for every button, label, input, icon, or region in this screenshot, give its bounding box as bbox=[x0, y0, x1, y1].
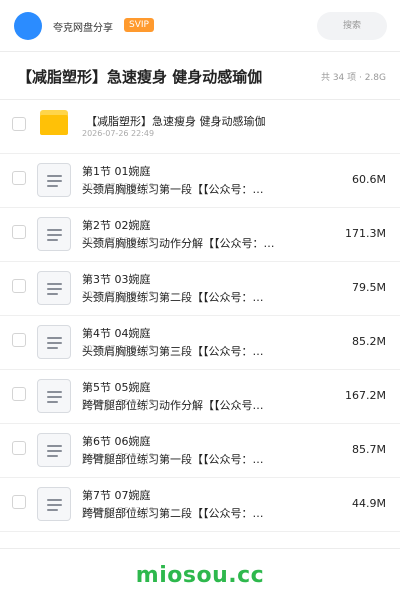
item-name: 第7节 07婉庭 bbox=[82, 489, 151, 502]
list-item-folder[interactable]: 【减脂塑形】急速瘦身 健身动感瑜伽 2026-07-26 22:49 bbox=[0, 100, 400, 154]
folder-header: 【减脂塑形】急速瘦身 健身动感瑜伽 共 34 项 · 2.8G bbox=[0, 53, 400, 100]
folder-icon bbox=[40, 110, 68, 135]
brand-watermark: miosou.cc bbox=[135, 563, 265, 588]
item-size: 171.3M bbox=[345, 227, 386, 240]
item-description: 头颈肩胸腹练习动作分解【【公众号：… bbox=[82, 237, 275, 250]
list-item[interactable]: 第4节 04婉庭 2026-07-26 22:49 头颈肩胸腹练习第三段【【公众… bbox=[0, 316, 400, 370]
item-name: 第6节 06婉庭 bbox=[82, 435, 151, 448]
item-description: 头颈肩胸腹练习第一段【【公众号：… bbox=[82, 183, 264, 196]
item-size: 60.6M bbox=[352, 173, 386, 186]
list-item[interactable]: 第2节 02婉庭 2026-07-26 22:49 头颈肩胸腹练习动作分解【【公… bbox=[0, 208, 400, 262]
item-name: 【减脂塑形】急速瘦身 健身动感瑜伽 bbox=[86, 115, 266, 128]
folder-meta: 共 34 项 · 2.8G bbox=[320, 73, 386, 83]
folder-title: 【减脂塑形】急速瘦身 健身动感瑜伽 bbox=[17, 68, 263, 86]
list-item[interactable]: 第6节 06婉庭 2026-07-26 22:49 跨臂腿部位练习第一段【【公众… bbox=[0, 424, 400, 478]
list-item[interactable]: 第1节 01婉庭 2026-07-26 22:49 头颈肩胸腹练习第一段【【公众… bbox=[0, 154, 400, 208]
item-description: 跨臂腿部位练习动作分解【【公众号… bbox=[82, 399, 264, 412]
item-name: 第3节 03婉庭 bbox=[82, 273, 151, 286]
item-size: 85.2M bbox=[352, 335, 386, 348]
checkbox[interactable] bbox=[12, 387, 26, 401]
checkbox[interactable] bbox=[12, 441, 26, 455]
item-size: 44.9M bbox=[352, 497, 386, 510]
item-description: 跨臂腿部位练习第一段【【公众号：… bbox=[82, 453, 264, 466]
svip-badge: SVIP bbox=[124, 18, 154, 32]
document-icon bbox=[37, 163, 71, 197]
item-description: 头颈肩胸腹练习第二段【【公众号：… bbox=[82, 291, 264, 304]
item-name: 第5节 05婉庭 bbox=[82, 381, 151, 394]
item-date: 2026-07-26 22:49 bbox=[82, 129, 155, 138]
top-bar: 夸克网盘分享 SVIP 搜索 bbox=[0, 0, 400, 52]
item-size: 79.5M bbox=[352, 281, 386, 294]
document-icon bbox=[37, 487, 71, 521]
checkbox[interactable] bbox=[12, 279, 26, 293]
item-name: 第4节 04婉庭 bbox=[82, 327, 151, 340]
item-size: 167.2M bbox=[345, 389, 386, 402]
document-icon bbox=[37, 271, 71, 305]
document-icon bbox=[37, 217, 71, 251]
checkbox[interactable] bbox=[12, 333, 26, 347]
item-size: 85.7M bbox=[352, 443, 386, 456]
document-icon bbox=[37, 379, 71, 413]
document-icon bbox=[37, 433, 71, 467]
checkbox[interactable] bbox=[12, 171, 26, 185]
item-name: 第1节 01婉庭 bbox=[82, 165, 151, 178]
item-description: 头颈肩胸腹练习第三段【【公众号：… bbox=[82, 345, 264, 358]
share-title: 夸克网盘分享 bbox=[53, 23, 113, 34]
item-name: 第2节 02婉庭 bbox=[82, 219, 151, 232]
checkbox[interactable] bbox=[12, 117, 26, 131]
item-description: 跨臂腿部位练习第二段【【公众号：… bbox=[82, 507, 264, 520]
list-item[interactable]: 第5节 05婉庭 2026-07-26 22:49 跨臂腿部位练习动作分解【【公… bbox=[0, 370, 400, 424]
avatar[interactable] bbox=[14, 12, 42, 40]
checkbox[interactable] bbox=[12, 495, 26, 509]
list-item[interactable]: 第7节 07婉庭 2026-07-26 22:49 跨臂腿部位练习第二段【【公众… bbox=[0, 478, 400, 532]
footer: miosou.cc bbox=[0, 548, 400, 600]
search-button[interactable]: 搜索 bbox=[317, 12, 387, 40]
checkbox[interactable] bbox=[12, 225, 26, 239]
list-item[interactable]: 第3节 03婉庭 2026-07-26 22:49 头颈肩胸腹练习第二段【【公众… bbox=[0, 262, 400, 316]
document-icon bbox=[37, 325, 71, 359]
